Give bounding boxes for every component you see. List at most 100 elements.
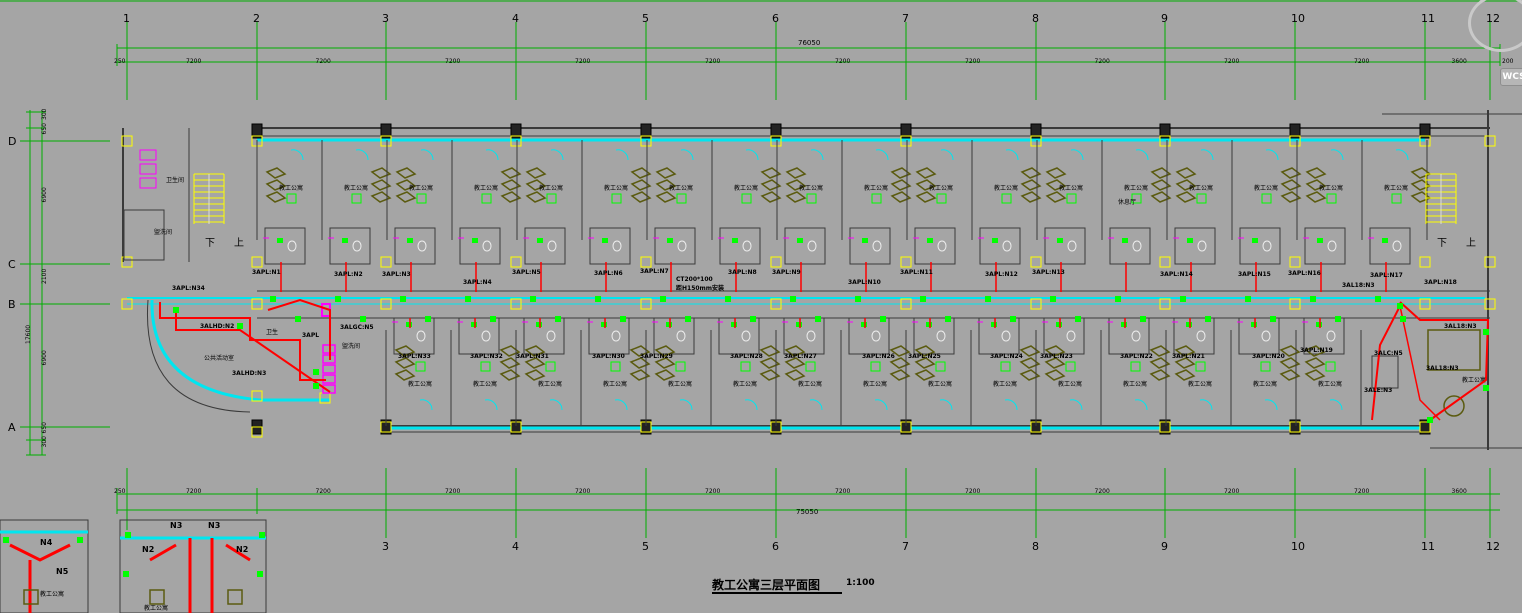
mini-frame-left <box>0 519 89 613</box>
socket <box>1056 322 1062 327</box>
door-swing <box>875 149 889 161</box>
socket <box>1187 238 1193 243</box>
apartment-unit: 教工公寓 <box>1165 317 1232 426</box>
panel-label-lower: 3APL:N22 <box>1120 353 1153 360</box>
panel-label-lower: 3APL:N29 <box>640 353 673 360</box>
room-label: 教工公寓 <box>669 184 693 192</box>
dim-segment-side: 300 <box>41 108 48 120</box>
axis-letter: C <box>8 258 16 271</box>
socket <box>342 238 348 243</box>
drawing-title: 教工公寓三层平面图 <box>712 578 821 592</box>
socket <box>1252 238 1258 243</box>
stairwell <box>1425 173 1457 224</box>
dim-segment-top: 7200 <box>965 58 980 65</box>
dim-segment-bottom: 3600 <box>1452 488 1467 495</box>
apartment-unit: 教工公寓 <box>515 317 582 426</box>
junction-box <box>490 316 496 322</box>
panel-label-east: 3AL18:N3 <box>1444 323 1477 330</box>
stairwell <box>193 173 225 224</box>
toilet-label-2: 卫生 <box>266 328 278 336</box>
panel-label-lower: 3APL:N20 <box>1252 353 1285 360</box>
light-fixture <box>1066 193 1077 204</box>
furniture-desk <box>525 167 547 179</box>
door-swing <box>680 149 694 161</box>
bathroom-box <box>719 227 761 265</box>
door-swing <box>485 149 499 161</box>
room-label: 教工公寓 <box>1253 380 1277 388</box>
light-fixture <box>805 361 816 372</box>
light-fixture <box>1065 361 1076 372</box>
panel-label-upper: 3APL:N17 <box>1370 272 1403 279</box>
toilet-fixture <box>806 330 816 342</box>
apartment-unit: 教工公寓 <box>1166 140 1233 292</box>
junction-box <box>1483 385 1489 391</box>
dim-segment-top: 7200 <box>186 58 201 65</box>
dim-segment-side: 650 <box>41 123 48 135</box>
junction-box <box>465 296 471 302</box>
furniture-desk <box>785 167 807 179</box>
furniture-desk <box>1175 167 1197 179</box>
room-label: 教工公寓 <box>408 380 432 388</box>
public-activity-label: 公共活动室 <box>204 354 234 362</box>
bathroom-box <box>458 317 500 355</box>
panel-label-upper: 3APL:N7 <box>640 268 669 275</box>
mini-junction <box>123 571 129 577</box>
dim-segment-bottom: 7200 <box>316 488 331 495</box>
axis-letter: D <box>8 135 16 148</box>
socket <box>407 238 413 243</box>
mini-junction <box>125 532 131 538</box>
axis-marker <box>1159 256 1171 268</box>
door-swing <box>355 149 369 161</box>
west-curved-wall <box>150 299 330 402</box>
dim-segment-top: 250 <box>114 58 126 65</box>
furniture-desk <box>1045 191 1067 203</box>
dim-segment-bottom: 7200 <box>705 488 720 495</box>
bathroom-box <box>849 227 891 265</box>
socket <box>1057 238 1063 243</box>
toilet-fixture <box>872 240 882 252</box>
stair-down-label: 下 <box>205 238 215 249</box>
axis-number-bottom: 7 <box>902 540 909 553</box>
axis-marker <box>900 256 912 268</box>
furniture-desk <box>524 369 546 381</box>
dim-segment-bottom: 7200 <box>965 488 980 495</box>
room-label: 教工公寓 <box>1188 380 1212 388</box>
junction-box <box>620 316 626 322</box>
socket <box>1317 238 1323 243</box>
toilet-fixture <box>741 330 751 342</box>
panel-label-upper: 3APL:N12 <box>985 271 1018 278</box>
axis-number-bottom: 3 <box>382 540 389 553</box>
socket <box>1382 238 1388 243</box>
panel-label-east: 3ALE:N3 <box>1364 387 1392 394</box>
apartment-unit: 教工公寓 <box>451 140 522 292</box>
junction-box <box>880 316 886 322</box>
floor-plan-canvas: 1 2 3 4 5 6 7 8 9 10 11 123 4 5 6 7 8 9 10 11 12DCBA 7605025… <box>0 0 1522 613</box>
socket <box>667 238 673 243</box>
bathroom-box <box>588 317 630 355</box>
door-swing <box>679 399 693 411</box>
bathroom-box <box>1369 227 1411 265</box>
furniture-desk <box>784 369 806 381</box>
junction-box <box>425 316 431 322</box>
socket <box>536 322 542 327</box>
door-swing <box>940 149 954 161</box>
toilet-fixture <box>807 240 817 252</box>
title-underline <box>712 592 842 594</box>
socket <box>406 322 412 327</box>
wcs-button[interactable]: WCS <box>1500 68 1522 86</box>
room-label: 教工公寓 <box>603 380 627 388</box>
axis-number-bottom: 10 <box>1291 540 1305 553</box>
door-swing <box>484 399 498 411</box>
axis-grid: 1 2 3 4 5 6 7 8 9 10 11 123 4 5 6 7 8 9 10 11 12DCBA <box>0 0 1522 553</box>
panel-label-lower: 3APL:N27 <box>784 353 817 360</box>
toilet-fixture <box>1066 330 1076 342</box>
dim-segment-bottom: 7200 <box>1354 488 1369 495</box>
panel-label-upper: 3APL:N5 <box>512 269 541 276</box>
axis-marker <box>251 256 263 268</box>
axis-number-top: 1 <box>123 12 130 25</box>
apartment-unit: 教工公寓 <box>321 140 392 292</box>
bathroom-box <box>264 227 306 265</box>
axis-marker <box>1484 135 1496 147</box>
junction-box <box>1205 316 1211 322</box>
mini-feeder-left <box>9 543 71 613</box>
